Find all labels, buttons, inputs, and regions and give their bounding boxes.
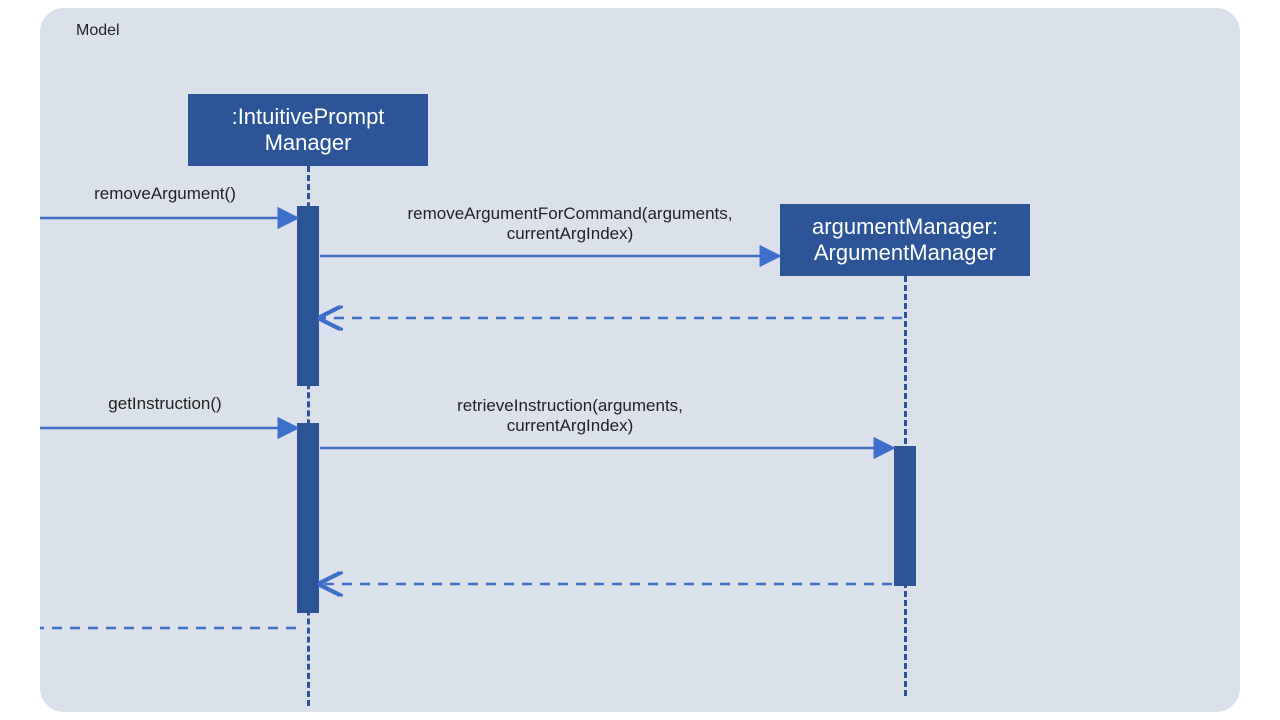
participant-argument-manager: argumentManager: ArgumentManager	[780, 204, 1030, 276]
participant-label: argumentManager: ArgumentManager	[812, 214, 998, 267]
msg-remove-argument: removeArgument()	[40, 184, 290, 204]
activation-ipm-2	[297, 423, 319, 613]
msg-remove-arg-for-cmd: removeArgumentForCommand(arguments, curr…	[360, 204, 780, 244]
activation-am-1	[894, 446, 916, 586]
frame-title: Model	[76, 22, 120, 40]
participant-label: :IntuitivePrompt Manager	[232, 104, 385, 157]
msg-get-instruction: getInstruction()	[40, 394, 290, 414]
activation-ipm-1	[297, 206, 319, 386]
model-frame: Model :IntuitivePrompt Manager argumentM…	[40, 8, 1240, 712]
msg-retrieve-instruction: retrieveInstruction(arguments, currentAr…	[360, 396, 780, 436]
participant-intuitive-prompt-manager: :IntuitivePrompt Manager	[188, 94, 428, 166]
